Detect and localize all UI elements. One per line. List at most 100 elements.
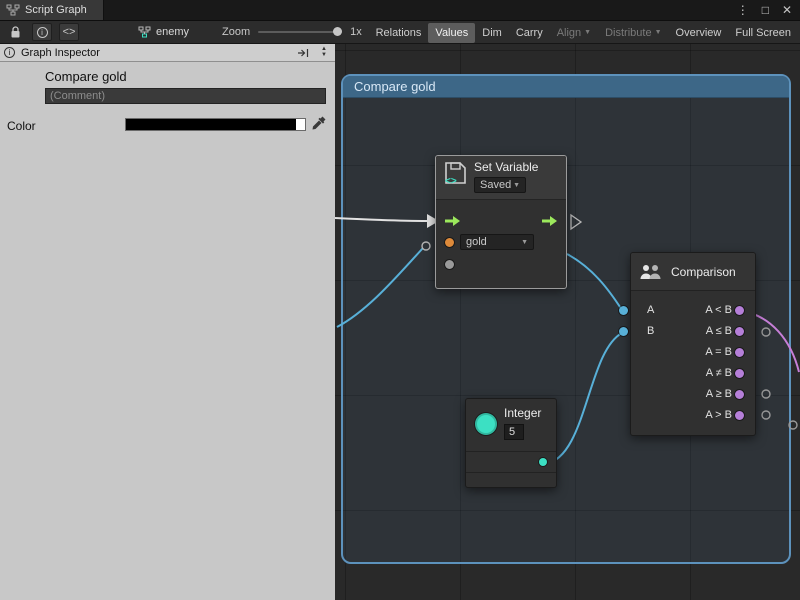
color-field[interactable] (125, 118, 306, 131)
node-body: A A < B B A ≤ B A = B A ≠ B A ≥ B (631, 291, 755, 426)
flow-wire[interactable] (335, 218, 427, 221)
distribute-dropdown-button[interactable]: Distribute ▼ (598, 23, 668, 43)
maximize-icon[interactable]: □ (762, 3, 769, 17)
value-row (436, 254, 566, 276)
chevron-down-icon: ▼ (655, 29, 662, 36)
output-port-not-equal[interactable] (735, 369, 744, 378)
node-title: Set Variable (474, 160, 538, 174)
zoom-slider[interactable] (258, 31, 342, 33)
output-port-greater[interactable] (735, 411, 744, 420)
zoom-label: Zoom (222, 26, 250, 38)
integer-icon (475, 413, 497, 435)
window-menu-icon[interactable]: ⋮ (737, 3, 749, 17)
node-footer (466, 473, 556, 487)
panel-spinner-control[interactable]: ▲ ▼ (321, 46, 327, 58)
value-wire-to-a[interactable] (567, 254, 622, 310)
flow-in-port[interactable] (444, 215, 461, 227)
node-title: Comparison (671, 265, 736, 279)
title-bar: Script Graph ⋮ □ ✕ (0, 0, 800, 20)
button-label: Overview (676, 27, 722, 39)
integer-output-port[interactable] (539, 458, 547, 466)
output-port-less-equal[interactable] (735, 327, 744, 336)
overview-button[interactable]: Overview (669, 23, 729, 43)
code-icon: <> (63, 26, 76, 38)
integer-value-field[interactable]: 5 (504, 424, 524, 440)
node-body (466, 452, 556, 473)
port-ring[interactable] (422, 242, 430, 250)
node-header-text: Set Variable Saved ▼ (474, 160, 538, 193)
comparison-row: A ≥ B (631, 384, 755, 405)
set-variable-icon: <> (442, 160, 468, 186)
relations-button[interactable]: Relations (369, 23, 429, 43)
carry-button[interactable]: Carry (509, 23, 550, 43)
graph-owner[interactable]: enemy (138, 21, 189, 43)
input-port-b[interactable] (619, 327, 628, 336)
dock-panel-icon[interactable] (297, 48, 309, 58)
button-label: Align (557, 27, 581, 39)
values-button[interactable]: Values (428, 23, 475, 43)
node-header[interactable]: Comparison (631, 253, 755, 291)
tab-script-graph[interactable]: Script Graph (0, 0, 104, 20)
button-label: Values (435, 27, 468, 39)
color-alpha-segment (296, 119, 305, 130)
tab-title: Script Graph (25, 4, 87, 16)
output-label: A < B (705, 304, 732, 316)
toolbar-right-group: Relations Values Dim Carry Align ▼ Distr… (369, 22, 798, 43)
output-label: A > B (705, 409, 732, 421)
comment-input[interactable] (45, 88, 326, 104)
graph-owner-name: enemy (156, 26, 189, 38)
color-field-label: Color (7, 119, 36, 133)
flow-out-port[interactable] (541, 215, 558, 227)
comparison-row: A > B (631, 405, 755, 426)
input-port-a[interactable] (619, 306, 628, 315)
port-ring[interactable] (762, 411, 770, 419)
variables-toggle-button[interactable]: <> (59, 23, 79, 41)
comparison-icon (639, 263, 663, 281)
variable-input-port[interactable] (445, 238, 454, 247)
button-label: Distribute (605, 27, 651, 39)
zoom-control: Zoom 1x (222, 21, 362, 43)
button-label: Full Screen (735, 27, 791, 39)
info-icon: i (4, 47, 15, 58)
graph-inspector-header[interactable]: i Graph Inspector ▲ ▼ (0, 44, 335, 62)
graph-toolbar: i <> enemy Zoom 1x Relations Values Dim (0, 20, 800, 44)
value-wire-left[interactable] (337, 248, 423, 327)
output-label: A ≠ B (706, 367, 732, 379)
comparison-row: B A ≤ B (631, 321, 755, 342)
set-variable-node[interactable]: <> Set Variable Saved ▼ (435, 155, 567, 289)
node-header[interactable]: <> Set Variable Saved ▼ (436, 156, 566, 200)
variable-kind-dropdown[interactable]: Saved ▼ (474, 177, 526, 193)
lock-button[interactable] (5, 23, 25, 41)
value-input-port[interactable] (445, 260, 454, 269)
close-icon[interactable]: ✕ (782, 3, 792, 17)
flow-row (436, 210, 566, 232)
full-screen-button[interactable]: Full Screen (728, 23, 798, 43)
window-controls: ⋮ □ ✕ (737, 0, 792, 20)
output-port-less[interactable] (735, 306, 744, 315)
flow-out-triangle-port[interactable] (571, 215, 581, 229)
integer-node[interactable]: Integer 5 (465, 398, 557, 488)
output-label: A ≤ B (706, 325, 732, 337)
output-port-greater-equal[interactable] (735, 390, 744, 399)
inspected-graph-title: Compare gold (45, 69, 127, 84)
eyedropper-icon[interactable] (311, 115, 327, 131)
graph-canvas[interactable]: Compare gold <> Set Variable Saved (335, 44, 800, 600)
port-ring[interactable] (762, 328, 770, 336)
variable-name-dropdown[interactable]: gold ▼ (460, 234, 534, 250)
button-label: Relations (376, 27, 422, 39)
comparison-node[interactable]: Comparison A A < B B A ≤ B A = B A ≠ B (630, 252, 756, 436)
script-machine-icon (138, 26, 151, 38)
node-body: gold ▼ (436, 210, 566, 276)
button-label: Dim (482, 27, 502, 39)
graph-inspector-toggle-button[interactable]: i (32, 23, 52, 41)
output-port-equal[interactable] (735, 348, 744, 357)
align-dropdown-button[interactable]: Align ▼ (550, 23, 598, 43)
dim-button[interactable]: Dim (475, 23, 509, 43)
input-label-b: B (647, 325, 654, 337)
output-label: A ≥ B (706, 388, 732, 400)
port-ring[interactable] (789, 421, 797, 429)
port-ring[interactable] (762, 390, 770, 398)
comparison-row: A ≠ B (631, 363, 755, 384)
node-header[interactable]: Integer 5 (466, 399, 556, 452)
zoom-slider-handle[interactable] (333, 27, 342, 36)
